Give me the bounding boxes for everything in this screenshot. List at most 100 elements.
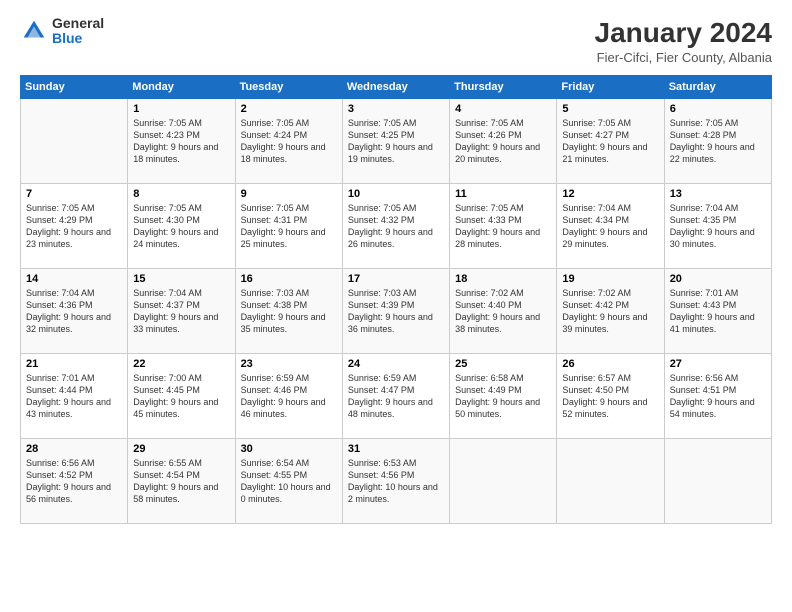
calendar-cell — [664, 438, 771, 523]
cell-info: Sunrise: 6:59 AMSunset: 4:46 PMDaylight:… — [241, 372, 337, 421]
cell-day-number: 1 — [133, 103, 229, 115]
cell-day-number: 16 — [241, 273, 337, 285]
calendar-cell: 9Sunrise: 7:05 AMSunset: 4:31 PMDaylight… — [235, 183, 342, 268]
calendar-header-row: SundayMondayTuesdayWednesdayThursdayFrid… — [21, 75, 772, 98]
cell-info: Sunrise: 7:03 AMSunset: 4:38 PMDaylight:… — [241, 287, 337, 336]
calendar-cell: 23 Sunrise: 6:59 AMSunset: 4:46 PMDayligh… — [235, 353, 342, 438]
calendar-cell — [450, 438, 557, 523]
cell-info: Sunrise: 7:00 AMSunset: 4:45 PMDaylight:… — [133, 372, 229, 421]
logo-blue: Blue — [52, 31, 104, 46]
cell-info: Sunrise: 7:05 AMSunset: 4:28 PMDaylight:… — [670, 117, 766, 166]
calendar-day-header: Saturday — [664, 75, 771, 98]
cell-info: Sunrise: 7:05 AMSunset: 4:30 PMDaylight:… — [133, 202, 229, 251]
calendar-cell: 13 Sunrise: 7:04 AMSunset: 4:35 PMDayligh… — [664, 183, 771, 268]
calendar-cell: 22 Sunrise: 7:00 AMSunset: 4:45 PMDayligh… — [128, 353, 235, 438]
cell-day-number: 30 — [241, 443, 337, 455]
calendar-cell: 26Sunrise: 6:57 AMSunset: 4:50 PMDayligh… — [557, 353, 664, 438]
cell-day-number: 23 — [241, 358, 337, 370]
cell-day-number: 4 — [455, 103, 551, 115]
calendar-cell: 16 Sunrise: 7:03 AMSunset: 4:38 PMDayligh… — [235, 268, 342, 353]
cell-day-number: 17 — [348, 273, 444, 285]
calendar-cell: 12 Sunrise: 7:04 AMSunset: 4:34 PMDayligh… — [557, 183, 664, 268]
cell-day-number: 7 — [26, 188, 122, 200]
cell-day-number: 15 — [133, 273, 229, 285]
cell-day-number: 2 — [241, 103, 337, 115]
cell-day-number: 13 — [670, 188, 766, 200]
calendar-cell: 10 Sunrise: 7:05 AMSunset: 4:32 PMDayligh… — [342, 183, 449, 268]
cell-day-number: 8 — [133, 188, 229, 200]
calendar-cell: 3 Sunrise: 7:05 AMSunset: 4:25 PMDaylight… — [342, 98, 449, 183]
logo: General Blue — [20, 16, 104, 47]
calendar-cell: 6 Sunrise: 7:05 AMSunset: 4:28 PMDaylight… — [664, 98, 771, 183]
calendar-day-header: Wednesday — [342, 75, 449, 98]
cell-day-number: 21 — [26, 358, 122, 370]
cell-day-number: 26 — [562, 358, 658, 370]
cell-info: Sunrise: 6:59 AMSunset: 4:47 PMDaylight:… — [348, 372, 444, 421]
cell-day-number: 11 — [455, 188, 551, 200]
cell-info: Sunrise: 7:02 AMSunset: 4:40 PMDaylight:… — [455, 287, 551, 336]
cell-info: Sunrise: 7:05 AMSunset: 4:24 PMDaylight:… — [241, 117, 337, 166]
cell-info: Sunrise: 7:05 AMSunset: 4:25 PMDaylight:… — [348, 117, 444, 166]
calendar-week-row: 21Sunrise: 7:01 AMSunset: 4:44 PMDayligh… — [21, 353, 772, 438]
cell-info: Sunrise: 7:05 AMSunset: 4:27 PMDaylight:… — [562, 117, 658, 166]
calendar-week-row: 1 Sunrise: 7:05 AMSunset: 4:23 PMDaylight… — [21, 98, 772, 183]
calendar-cell: 1 Sunrise: 7:05 AMSunset: 4:23 PMDaylight… — [128, 98, 235, 183]
calendar-cell: 29Sunrise: 6:55 AMSunset: 4:54 PMDayligh… — [128, 438, 235, 523]
cell-day-number: 3 — [348, 103, 444, 115]
logo-text: General Blue — [52, 16, 104, 47]
cell-info: Sunrise: 6:53 AMSunset: 4:56 PMDaylight:… — [348, 457, 444, 506]
cell-info: Sunrise: 7:02 AMSunset: 4:42 PMDaylight:… — [562, 287, 658, 336]
cell-info: Sunrise: 7:05 AMSunset: 4:23 PMDaylight:… — [133, 117, 229, 166]
cell-day-number: 24 — [348, 358, 444, 370]
calendar-day-header: Tuesday — [235, 75, 342, 98]
cell-day-number: 19 — [562, 273, 658, 285]
cell-day-number: 20 — [670, 273, 766, 285]
cell-day-number: 12 — [562, 188, 658, 200]
cell-day-number: 10 — [348, 188, 444, 200]
calendar-cell: 31 Sunrise: 6:53 AMSunset: 4:56 PMDayligh… — [342, 438, 449, 523]
cell-day-number: 31 — [348, 443, 444, 455]
calendar-cell: 5 Sunrise: 7:05 AMSunset: 4:27 PMDaylight… — [557, 98, 664, 183]
cell-info: Sunrise: 7:05 AMSunset: 4:31 PMDaylight:… — [241, 202, 337, 251]
calendar-cell: 19 Sunrise: 7:02 AMSunset: 4:42 PMDayligh… — [557, 268, 664, 353]
cell-day-number: 27 — [670, 358, 766, 370]
calendar-day-header: Sunday — [21, 75, 128, 98]
calendar-week-row: 28Sunrise: 6:56 AMSunset: 4:52 PMDayligh… — [21, 438, 772, 523]
cell-info: Sunrise: 7:05 AMSunset: 4:26 PMDaylight:… — [455, 117, 551, 166]
calendar-day-header: Monday — [128, 75, 235, 98]
header: General Blue January 2024 Fier-Cifci, Fi… — [20, 16, 772, 65]
calendar-cell: 8 Sunrise: 7:05 AMSunset: 4:30 PMDaylight… — [128, 183, 235, 268]
cell-info: Sunrise: 6:54 AMSunset: 4:55 PMDaylight:… — [241, 457, 337, 506]
title-block: January 2024 Fier-Cifci, Fier County, Al… — [595, 16, 772, 65]
calendar-cell: 24 Sunrise: 6:59 AMSunset: 4:47 PMDayligh… — [342, 353, 449, 438]
main-title: January 2024 — [595, 16, 772, 50]
cell-info: Sunrise: 7:04 AMSunset: 4:34 PMDaylight:… — [562, 202, 658, 251]
sub-title: Fier-Cifci, Fier County, Albania — [595, 50, 772, 65]
calendar-cell: 15 Sunrise: 7:04 AMSunset: 4:37 PMDayligh… — [128, 268, 235, 353]
calendar-week-row: 14Sunrise: 7:04 AMSunset: 4:36 PMDayligh… — [21, 268, 772, 353]
cell-info: Sunrise: 7:05 AMSunset: 4:29 PMDaylight:… — [26, 202, 122, 251]
cell-info: Sunrise: 6:58 AMSunset: 4:49 PMDaylight:… — [455, 372, 551, 421]
page: General Blue January 2024 Fier-Cifci, Fi… — [0, 0, 792, 612]
calendar-cell: 20Sunrise: 7:01 AMSunset: 4:43 PMDayligh… — [664, 268, 771, 353]
cell-day-number: 22 — [133, 358, 229, 370]
calendar-cell: 18 Sunrise: 7:02 AMSunset: 4:40 PMDayligh… — [450, 268, 557, 353]
cell-info: Sunrise: 7:03 AMSunset: 4:39 PMDaylight:… — [348, 287, 444, 336]
cell-info: Sunrise: 7:04 AMSunset: 4:35 PMDaylight:… — [670, 202, 766, 251]
calendar-cell: 7 Sunrise: 7:05 AMSunset: 4:29 PMDaylight… — [21, 183, 128, 268]
cell-day-number: 5 — [562, 103, 658, 115]
cell-day-number: 18 — [455, 273, 551, 285]
cell-info: Sunrise: 7:05 AMSunset: 4:32 PMDaylight:… — [348, 202, 444, 251]
cell-day-number: 28 — [26, 443, 122, 455]
cell-day-number: 6 — [670, 103, 766, 115]
cell-info: Sunrise: 6:56 AMSunset: 4:51 PMDaylight:… — [670, 372, 766, 421]
calendar-cell: 21Sunrise: 7:01 AMSunset: 4:44 PMDayligh… — [21, 353, 128, 438]
cell-day-number: 25 — [455, 358, 551, 370]
cell-info: Sunrise: 7:04 AMSunset: 4:37 PMDaylight:… — [133, 287, 229, 336]
calendar-table: SundayMondayTuesdayWednesdayThursdayFrid… — [20, 75, 772, 524]
calendar-cell: 2 Sunrise: 7:05 AMSunset: 4:24 PMDaylight… — [235, 98, 342, 183]
calendar-day-header: Thursday — [450, 75, 557, 98]
cell-info: Sunrise: 7:05 AMSunset: 4:33 PMDaylight:… — [455, 202, 551, 251]
calendar-cell: 11 Sunrise: 7:05 AMSunset: 4:33 PMDayligh… — [450, 183, 557, 268]
cell-day-number: 29 — [133, 443, 229, 455]
